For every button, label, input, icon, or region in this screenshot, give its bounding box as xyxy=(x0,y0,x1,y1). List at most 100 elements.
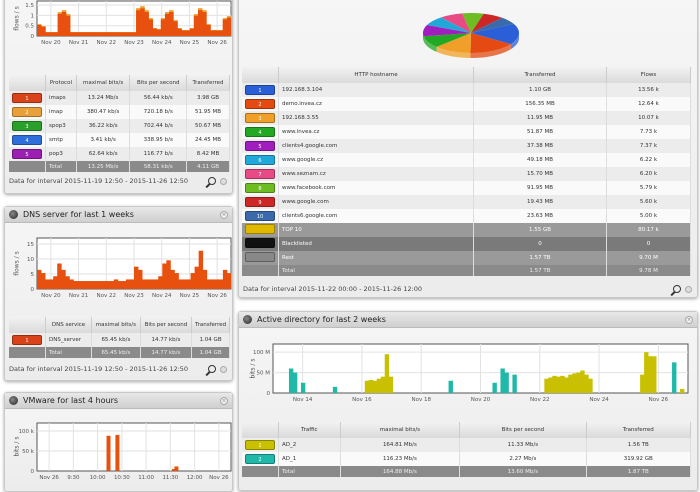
column-header[interactable]: Transferred xyxy=(186,75,230,91)
table-header: DNS service maximal bits/s Bits per second… xyxy=(9,317,230,333)
series-imaps-area xyxy=(140,8,145,36)
x-tick-label: Nov 21 xyxy=(69,293,88,299)
series-dns-area xyxy=(162,263,167,289)
color-swatch: 8 xyxy=(245,183,275,193)
group-row[interactable]: TOP 10 1.55 GB 80.17 k xyxy=(242,223,691,237)
series-dns-area xyxy=(218,279,224,289)
table-row[interactable]: 5 pop3 62.64 kb/s 116.77 b/s 8.42 MB xyxy=(9,147,230,161)
series-ad-1-area xyxy=(560,375,565,393)
column-header[interactable]: maximal bits/s xyxy=(91,317,141,333)
cell-tr: 8.42 MB xyxy=(186,147,230,161)
cell-name: clients6.google.com xyxy=(278,209,474,223)
collapse-icon[interactable]: × xyxy=(685,315,693,324)
panel-header[interactable]: VMware for last 4 hours × xyxy=(5,393,232,409)
collapse-icon[interactable]: × xyxy=(220,396,228,405)
table-header: HTTP hostname Transferred Flows xyxy=(242,67,691,83)
table-row[interactable]: 1 DNS_server 65.45 kb/s 14.77 kb/s 1.04 GB xyxy=(9,333,230,347)
protocols-panel: Nov 20 Nov 21 Nov 22 Nov 23 Nov 24 Nov 25 Nov … xyxy=(4,0,233,194)
zoom-icon[interactable] xyxy=(208,177,216,185)
cell-tr: 1.10 GB xyxy=(473,83,607,97)
table-row[interactable]: 10 clients6.google.com 23.63 MB 5.00 k xyxy=(242,209,691,223)
table-row[interactable]: 8 www.facebook.com 91.95 MB 5.79 k xyxy=(242,181,691,195)
color-swatch: 6 xyxy=(245,155,275,165)
table-row[interactable]: 2 demo.invea.cz 156.35 MB 12.64 k xyxy=(242,97,691,111)
series-ad-1-area xyxy=(384,354,390,393)
color-swatch: 3 xyxy=(12,121,42,131)
column-header[interactable]: Transferred xyxy=(191,317,230,333)
series-dns-area xyxy=(117,281,123,289)
table-row[interactable]: 1 imaps 13.24 Mb/s 56.44 kb/s 3.98 GB xyxy=(9,91,230,105)
x-tick-label: Nov 26 xyxy=(39,475,59,481)
series-dns-area xyxy=(65,276,70,289)
column-header[interactable] xyxy=(242,67,279,83)
footer: Data for interval 2015-11-22 00:00 - 201… xyxy=(243,285,422,293)
series-imaps-area xyxy=(37,24,42,36)
series-imaps-area xyxy=(94,32,100,36)
color-swatch xyxy=(245,224,275,234)
cell-tr: 49.18 MB xyxy=(473,153,607,167)
table-row[interactable]: 1 AD_2 164.81 Mb/s 11.33 Mb/s 1.56 TB xyxy=(242,438,692,452)
cell-max: 13.24 Mb/s xyxy=(76,91,131,105)
panel-header[interactable]: DNS server for last 1 weeks × xyxy=(5,207,232,223)
column-header[interactable]: maximal bits/s xyxy=(340,422,461,438)
series-dns-area xyxy=(129,279,135,289)
info-icon[interactable] xyxy=(685,285,692,293)
color-swatch: 4 xyxy=(12,135,42,145)
table-row[interactable]: 2 imap 380.47 kb/s 720.18 b/s 51.95 MB xyxy=(9,105,230,119)
info-icon[interactable] xyxy=(220,177,227,185)
column-header[interactable]: Protocol xyxy=(45,75,77,91)
zoom-icon[interactable] xyxy=(208,365,216,373)
column-header[interactable]: Bits per second xyxy=(140,317,193,333)
column-header[interactable] xyxy=(9,75,46,91)
group-row[interactable]: Rest 1.57 TB 9.70 M xyxy=(242,251,691,265)
table-row[interactable]: 5 clients4.google.com 37.38 MB 7.37 k xyxy=(242,139,691,153)
x-tick-label: Nov 20 xyxy=(41,40,61,46)
total-max: 65.45 kb/s xyxy=(91,347,141,358)
column-header[interactable]: HTTP hostname xyxy=(278,67,474,83)
chart-svg: Nov 14 Nov 16 Nov 18 Nov 20 Nov 22 Nov 24 Nov … xyxy=(253,343,689,403)
table-row[interactable]: 6 www.google.cz 49.18 MB 6.22 k xyxy=(242,153,691,167)
x-tick-label: Nov 25 xyxy=(180,293,200,299)
color-swatch: 9 xyxy=(245,197,275,207)
zoom-icon[interactable] xyxy=(673,285,681,293)
column-header[interactable] xyxy=(9,317,46,333)
table-row[interactable]: 2 AD_1 116.23 Mb/s 2.27 Mb/s 319.92 GB xyxy=(242,452,692,466)
table-header: Protocol maximal bits/s Bits per second Tra… xyxy=(9,75,230,91)
collapse-icon[interactable]: × xyxy=(220,210,228,219)
column-header[interactable]: Bits per second xyxy=(459,422,587,438)
total-tr: 1.57 TB xyxy=(473,265,607,276)
table-row[interactable]: 3 spop3 36.22 kb/s 702.44 b/s 50.67 MB xyxy=(9,119,230,133)
series-ad-2-area xyxy=(512,374,517,393)
column-header[interactable] xyxy=(242,422,279,438)
table-row[interactable]: 4 smtp 3.41 kb/s 338.95 b/s 24.45 MB xyxy=(9,133,230,147)
table-row[interactable]: 1 192.168.3.104 1.10 GB 13.56 k xyxy=(242,83,691,97)
series-imaps-area xyxy=(131,32,137,36)
series-imaps-area xyxy=(103,32,108,36)
info-icon[interactable] xyxy=(220,365,227,373)
series-dns-area xyxy=(174,273,179,289)
panel-header[interactable]: Active directory for last 2 weeks × xyxy=(239,312,697,328)
column-header[interactable]: Bits per second xyxy=(129,75,188,91)
table-row[interactable]: 3 192.168.3.55 11.95 MB 10.07 k xyxy=(242,111,691,125)
cell-tr: 319.92 GB xyxy=(586,452,692,466)
series-imaps-area xyxy=(152,28,158,36)
column-header[interactable]: DNS service xyxy=(45,317,93,333)
series-dns-area xyxy=(77,281,82,289)
column-header[interactable]: Transferred xyxy=(586,422,692,438)
series-imaps-area xyxy=(127,32,133,36)
column-header[interactable]: Transferred xyxy=(473,67,607,83)
table-row[interactable]: 9 www.google.com 19.43 MB 5.60 k xyxy=(242,195,691,209)
series-ad-2-area xyxy=(332,386,338,393)
table-row[interactable]: 7 www.seznam.cz 15.70 MB 6.20 k xyxy=(242,167,691,181)
group-row[interactable]: Blacklisted 0 0 xyxy=(242,237,691,251)
logo-icon xyxy=(9,396,18,405)
series-imaps-area xyxy=(41,26,46,36)
table-row[interactable]: 4 www.invea.cz 51.87 MB 7.73 k xyxy=(242,125,691,139)
color-swatch: 3 xyxy=(245,113,275,123)
column-header[interactable]: Traffic xyxy=(278,422,341,438)
column-header[interactable]: Flows xyxy=(606,67,691,83)
column-header[interactable]: maximal bits/s xyxy=(76,75,131,91)
x-tick-label: Nov 22 xyxy=(530,397,549,403)
cell-bps: 720.18 b/s xyxy=(129,105,188,119)
cell-name: imaps xyxy=(45,91,77,105)
